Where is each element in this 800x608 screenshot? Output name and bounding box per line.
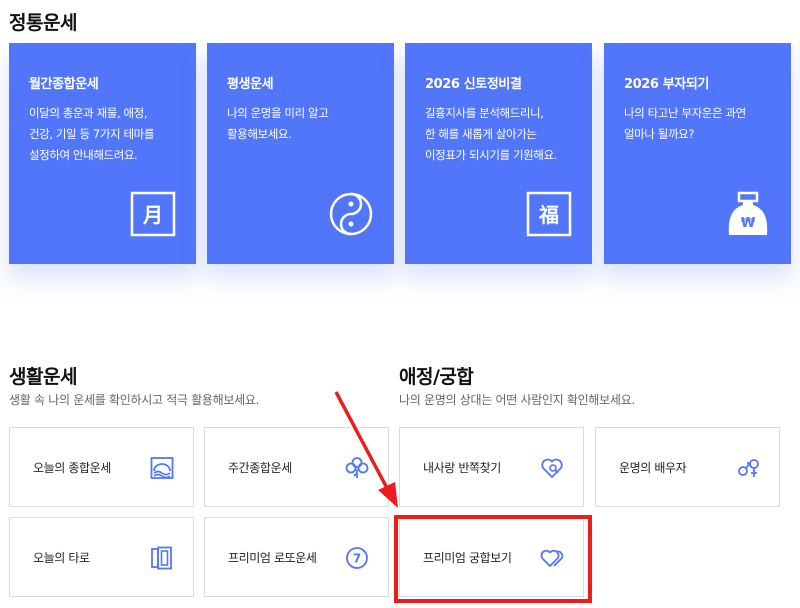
heart-search-icon bbox=[541, 458, 563, 478]
card-title: 2026 부자되기 bbox=[624, 77, 709, 92]
card-lifetime-fortune[interactable]: 평생운세 나의 운명을 미리 알고 활용해보세요. bbox=[207, 43, 394, 264]
sunrise-icon bbox=[150, 457, 174, 479]
card-wealth-fortune[interactable]: 2026 부자되기 나의 타고난 부자운은 과연 얼마나 될까요? ₩ bbox=[604, 43, 791, 264]
tile-premium-lotto[interactable]: 프리미엄 로또운세 7 bbox=[204, 517, 389, 597]
gender-symbols-icon bbox=[738, 459, 759, 477]
tile-label: 주간종합운세 bbox=[228, 461, 292, 475]
tile-label: 프리미엄 로또운세 bbox=[228, 551, 317, 565]
card-desc: 나의 운명을 미리 알고 활용해보세요. bbox=[227, 106, 329, 141]
tarot-cards-icon bbox=[151, 546, 172, 570]
section-title-love: 애정/궁합 bbox=[399, 366, 474, 388]
yin-yang-icon bbox=[329, 192, 373, 236]
tile-label: 운명의 배우자 bbox=[619, 461, 687, 475]
section-title-life: 생활운세 bbox=[9, 366, 77, 388]
calendar-month-icon: 月 bbox=[130, 191, 176, 237]
tile-label: 오늘의 종합운세 bbox=[33, 461, 111, 475]
card-title: 2026 신토정비결 bbox=[425, 77, 522, 92]
clover-icon bbox=[345, 457, 369, 478]
svg-text:福: 福 bbox=[538, 203, 559, 227]
section-desc-love: 나의 운명의 상대는 어떤 사람인지 확인해보세요. bbox=[399, 393, 635, 407]
svg-text:₩: ₩ bbox=[741, 216, 756, 231]
card-tojeong-fortune[interactable]: 2026 신토정비결 길흉지사를 분석해드리니, 한 해를 새롭게 살아가는 이… bbox=[405, 43, 592, 264]
tile-destined-spouse[interactable]: 운명의 배우자 bbox=[595, 427, 780, 507]
svg-text:7: 7 bbox=[353, 552, 361, 566]
lotto-ball-icon: 7 bbox=[346, 547, 368, 569]
money-bag-icon: ₩ bbox=[728, 191, 768, 235]
fortune-bok-icon: 福 bbox=[526, 191, 572, 237]
tile-label: 내사랑 반쪽찾기 bbox=[423, 461, 501, 475]
svg-text:月: 月 bbox=[142, 203, 163, 227]
card-desc: 이달의 총운과 재물, 애정, 건강, 기일 등 7가지 테마를 설정하여 안내… bbox=[29, 106, 154, 162]
card-desc: 길흉지사를 분석해드리니, 한 해를 새롭게 살아가는 이정표가 되시기를 기원… bbox=[425, 106, 557, 162]
tile-find-soulmate[interactable]: 내사랑 반쪽찾기 bbox=[399, 427, 584, 507]
section-title-fortune: 정통운세 bbox=[9, 12, 77, 34]
card-monthly-fortune[interactable]: 월간종합운세 이달의 총운과 재물, 애정, 건강, 기일 등 7가지 테마를 … bbox=[9, 43, 196, 264]
tile-label: 프리미엄 궁합보기 bbox=[423, 551, 512, 565]
tile-label: 오늘의 타로 bbox=[33, 551, 90, 565]
tile-today-tarot[interactable]: 오늘의 타로 bbox=[9, 517, 194, 597]
card-title: 월간종합운세 bbox=[29, 77, 99, 92]
tile-premium-compatibility[interactable]: 프리미엄 궁합보기 bbox=[399, 517, 584, 597]
tile-today-fortune[interactable]: 오늘의 종합운세 bbox=[9, 427, 194, 507]
double-heart-icon bbox=[540, 549, 564, 567]
card-desc: 나의 타고난 부자운은 과연 얼마나 될까요? bbox=[624, 106, 746, 141]
card-title: 평생운세 bbox=[227, 77, 274, 92]
section-desc-life: 생활 속 나의 운세를 확인하시고 적극 활용해보세요. bbox=[9, 393, 260, 407]
tile-weekly-fortune[interactable]: 주간종합운세 bbox=[204, 427, 389, 507]
